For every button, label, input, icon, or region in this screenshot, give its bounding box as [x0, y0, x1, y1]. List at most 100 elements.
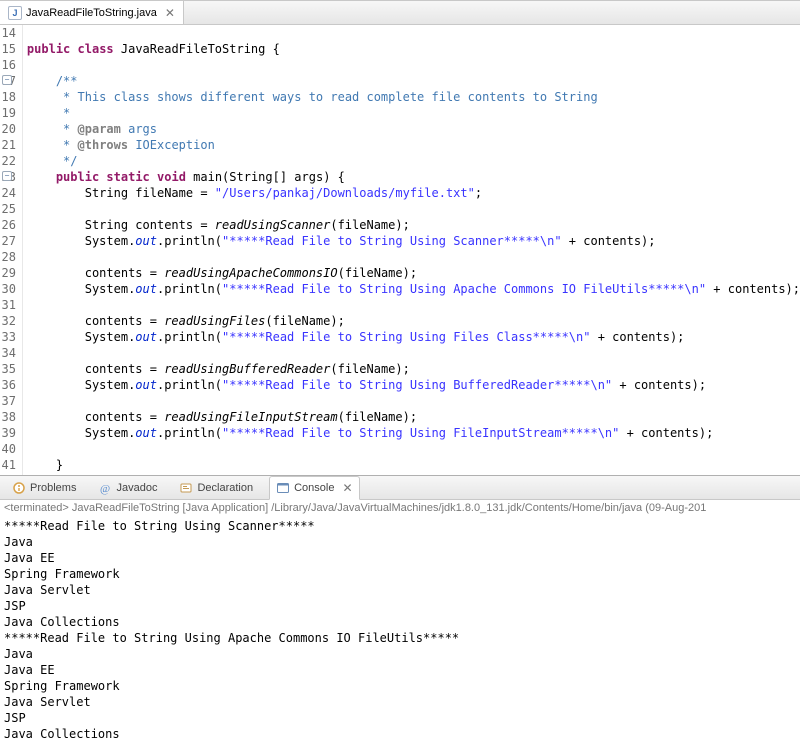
code-token — [27, 170, 56, 184]
line-number: 22 — [0, 153, 16, 169]
code-token: System. — [27, 378, 135, 392]
code-token: + contents); — [590, 330, 684, 344]
line-number: 42 — [0, 473, 16, 475]
code-line[interactable] — [27, 441, 800, 457]
line-number-gutter: 14151617−181920212223−242526272829303132… — [0, 25, 23, 475]
line-number: 29 — [0, 265, 16, 281]
code-token: IOException — [128, 138, 215, 152]
console-line: Java Servlet — [4, 694, 796, 710]
editor-tab-bar: J JavaReadFileToString.java ✕ — [0, 1, 800, 25]
console-line: Java EE — [4, 662, 796, 678]
code-token: readUsingScanner — [215, 218, 331, 232]
code-line[interactable] — [27, 249, 800, 265]
code-line[interactable]: System.out.println("*****Read File to St… — [27, 329, 800, 345]
line-number: 39 — [0, 425, 16, 441]
line-number: 15 — [0, 41, 16, 57]
line-number: 32 — [0, 313, 16, 329]
editor-tab-label: JavaReadFileToString.java — [26, 7, 157, 19]
code-token: { — [265, 42, 279, 56]
fold-toggle-icon[interactable]: − — [2, 75, 12, 85]
console-line: *****Read File to String Using Apache Co… — [4, 630, 796, 646]
code-token: + contents); — [562, 234, 656, 248]
code-line[interactable]: * — [27, 105, 800, 121]
console-line: Java Collections — [4, 726, 796, 742]
code-token: readUsingFiles — [164, 314, 265, 328]
code-line[interactable]: String contents = readUsingScanner(fileN… — [27, 217, 800, 233]
code-token: .println( — [157, 282, 222, 296]
code-token: String contents = — [27, 218, 215, 232]
code-content[interactable]: public class JavaReadFileToString { /** … — [23, 25, 800, 475]
editor-tab[interactable]: J JavaReadFileToString.java ✕ — [0, 1, 184, 24]
code-token: "*****Read File to String Using Apache C… — [222, 282, 706, 296]
tab-declaration[interactable]: Declaration — [173, 477, 259, 499]
code-token: * — [56, 138, 78, 152]
code-token — [70, 42, 77, 56]
svg-text:@: @ — [100, 483, 110, 495]
line-number: 23− — [0, 169, 16, 185]
code-line[interactable]: public static void main(String[] args) { — [27, 169, 800, 185]
line-number: 28 — [0, 249, 16, 265]
fold-toggle-icon[interactable]: − — [2, 171, 12, 181]
console-output[interactable]: *****Read File to String Using Scanner**… — [0, 518, 800, 742]
code-token — [27, 74, 56, 88]
close-tab-icon[interactable]: ✕ — [161, 6, 175, 20]
code-line[interactable]: * This class shows different ways to rea… — [27, 89, 800, 105]
code-token: System. — [27, 282, 135, 296]
code-line[interactable]: System.out.println("*****Read File to St… — [27, 377, 800, 393]
code-token: (fileName); — [330, 218, 409, 232]
tab-problems-label: Problems — [30, 482, 76, 494]
code-token: "*****Read File to String Using Scanner*… — [222, 234, 562, 248]
code-line[interactable]: System.out.println("*****Read File to St… — [27, 425, 800, 441]
line-number: 21 — [0, 137, 16, 153]
code-token: out — [135, 282, 157, 296]
tab-console[interactable]: Console ✕ — [269, 476, 359, 500]
code-line[interactable]: contents = readUsingApacheCommonsIO(file… — [27, 265, 800, 281]
tab-problems[interactable]: Problems — [6, 477, 82, 499]
problems-icon — [12, 481, 26, 495]
code-line[interactable] — [27, 345, 800, 361]
code-line[interactable]: contents = readUsingFileInputStream(file… — [27, 409, 800, 425]
code-token: String fileName = — [27, 186, 215, 200]
line-number: 34 — [0, 345, 16, 361]
code-token: out — [135, 330, 157, 344]
code-token: "*****Read File to String Using Buffered… — [222, 378, 612, 392]
code-line[interactable] — [27, 25, 800, 41]
code-line[interactable] — [27, 393, 800, 409]
code-line[interactable]: contents = readUsingFiles(fileName); — [27, 313, 800, 329]
code-line[interactable] — [27, 297, 800, 313]
code-line[interactable]: * @throws IOException — [27, 137, 800, 153]
code-line[interactable]: */ — [27, 153, 800, 169]
code-token — [27, 138, 56, 152]
code-editor[interactable]: 14151617−181920212223−242526272829303132… — [0, 25, 800, 475]
views-tab-bar: Problems @ Javadoc Declaration Console ✕ — [0, 476, 800, 500]
code-token: @throws — [78, 138, 129, 152]
line-number: 24 — [0, 185, 16, 201]
code-line[interactable]: /** — [27, 73, 800, 89]
code-line[interactable]: } — [27, 457, 800, 473]
code-token: contents = — [27, 314, 164, 328]
code-token: out — [135, 426, 157, 440]
code-token: readUsingBufferedReader — [164, 362, 330, 376]
code-line[interactable]: String fileName = "/Users/pankaj/Downloa… — [27, 185, 800, 201]
code-line[interactable]: System.out.println("*****Read File to St… — [27, 233, 800, 249]
line-number: 31 — [0, 297, 16, 313]
close-view-icon[interactable]: ✕ — [338, 481, 352, 495]
bottom-pane: Problems @ Javadoc Declaration Console ✕… — [0, 476, 800, 742]
code-line[interactable]: * @param args — [27, 121, 800, 137]
code-token — [27, 90, 56, 104]
code-line[interactable] — [27, 473, 800, 475]
code-line[interactable]: public class JavaReadFileToString { — [27, 41, 800, 57]
code-token: System. — [27, 426, 135, 440]
code-line[interactable]: contents = readUsingBufferedReader(fileN… — [27, 361, 800, 377]
code-token: contents = — [27, 362, 164, 376]
code-token: .println( — [157, 234, 222, 248]
tab-javadoc[interactable]: @ Javadoc — [92, 477, 163, 499]
code-token: "/Users/pankaj/Downloads/myfile.txt" — [215, 186, 475, 200]
java-file-icon: J — [8, 6, 22, 20]
line-number: 17− — [0, 73, 16, 89]
code-line[interactable] — [27, 57, 800, 73]
code-line[interactable]: System.out.println("*****Read File to St… — [27, 281, 800, 297]
line-number: 37 — [0, 393, 16, 409]
code-line[interactable] — [27, 201, 800, 217]
code-token: contents = — [27, 266, 164, 280]
